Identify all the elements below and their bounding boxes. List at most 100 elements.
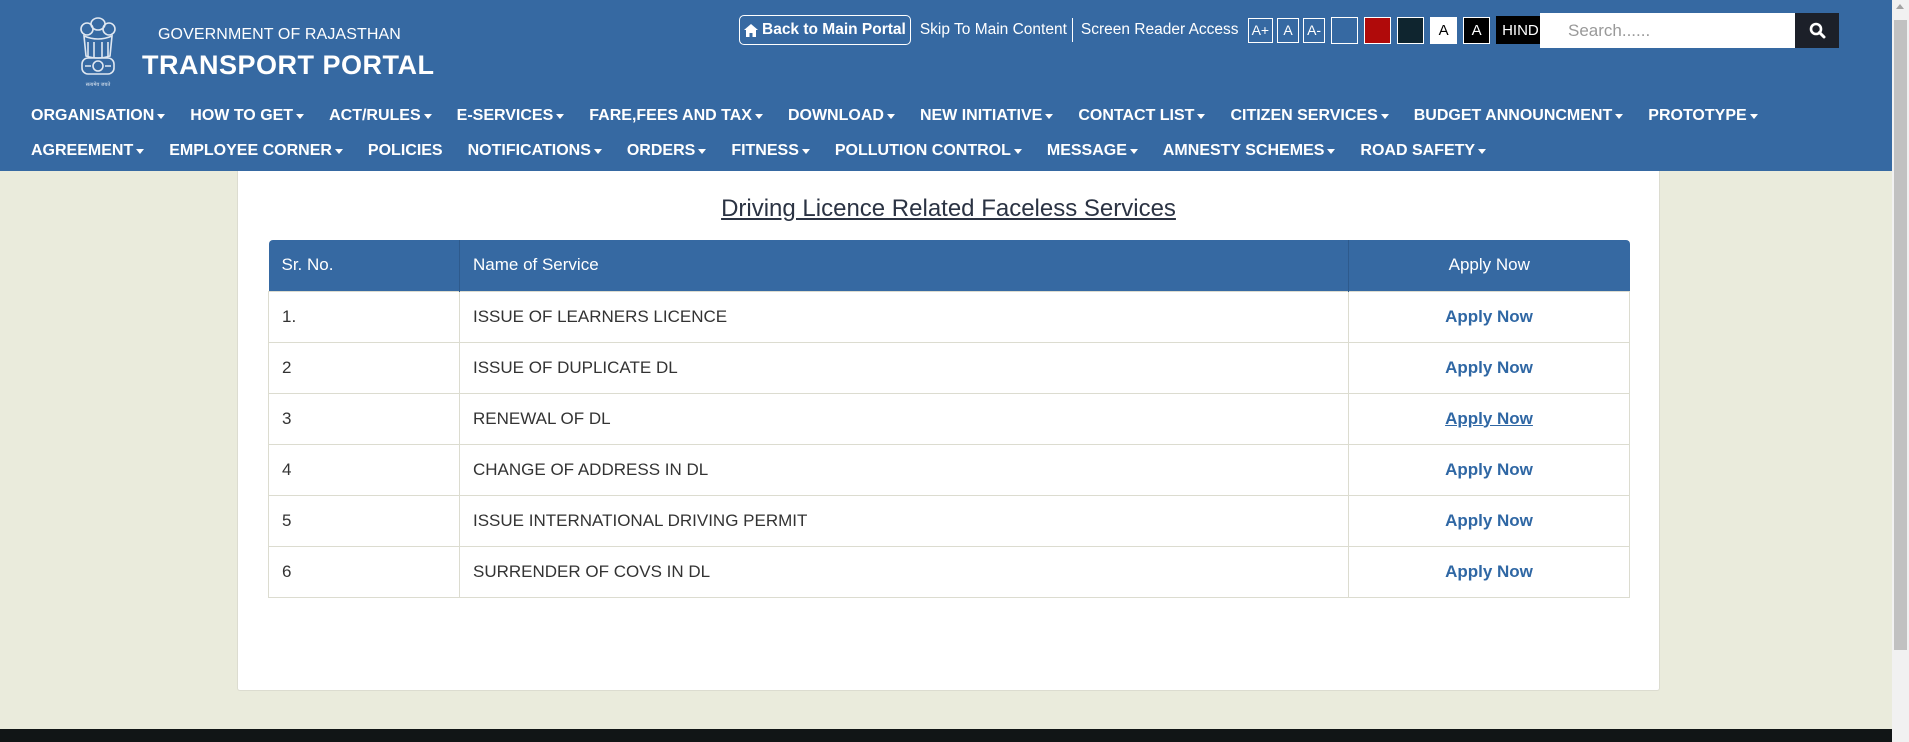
search-box — [1540, 13, 1839, 48]
nav-item-agreement[interactable]: AGREEMENT — [31, 142, 145, 160]
nav-item-act-rules[interactable]: ACT/RULES — [329, 107, 432, 125]
caret-down-icon — [1749, 113, 1758, 119]
table-row: 1. ISSUE OF LEARNERS LICENCE Apply Now — [268, 290, 1630, 343]
nav-item-label: DOWNLOAD — [787, 107, 884, 124]
sr-no-cell: 3 — [268, 392, 460, 445]
caret-down-icon — [556, 113, 565, 119]
nav-item-new-initiative[interactable]: NEW INITIATIVE — [920, 107, 1054, 125]
sr-no-cell: 2 — [268, 341, 460, 394]
nav-item-policies[interactable]: POLICIES — [368, 142, 443, 160]
apply-now-link[interactable]: Apply Now — [1445, 511, 1533, 530]
normal-contrast-button[interactable]: A — [1430, 16, 1458, 44]
government-label: GOVERNMENT OF RAJASTHAN — [158, 26, 401, 43]
service-name-cell: RENEWAL OF DL — [459, 392, 1349, 445]
font-decrease-button[interactable]: A- — [1303, 17, 1326, 43]
svg-text:सत्यमेव जयते: सत्यमेव जयते — [86, 81, 111, 88]
caret-down-icon — [423, 113, 432, 119]
search-input[interactable] — [1540, 13, 1795, 48]
apply-cell: Apply Now — [1348, 443, 1630, 496]
nav-item-label: AMNESTY SCHEMES — [1162, 142, 1325, 159]
skip-to-main-content-link[interactable]: Skip To Main Content — [915, 21, 1072, 39]
nav-item-label: E-SERVICES — [456, 107, 554, 124]
nav-item-pollution-control[interactable]: POLLUTION CONTROL — [835, 142, 1022, 160]
apply-cell: Apply Now — [1348, 392, 1630, 445]
caret-down-icon — [1013, 148, 1022, 154]
page-title: Driving Licence Related Faceless Service… — [721, 195, 1176, 222]
apply-now-link[interactable]: Apply Now — [1445, 307, 1533, 326]
table-row: 3 RENEWAL OF DL Apply Now — [268, 392, 1630, 445]
nav-item-message[interactable]: MESSAGE — [1047, 142, 1138, 160]
main-nav-row-2: AGREEMENT EMPLOYEE CORNER POLICIES NOTIFICA… — [31, 142, 1511, 160]
apply-cell: Apply Now — [1348, 290, 1630, 343]
nav-item-fare-fees-and-tax[interactable]: FARE,FEES AND TAX — [589, 107, 763, 125]
caret-down-icon — [1045, 113, 1054, 119]
nav-item-label: ORGANISATION — [31, 107, 155, 124]
theme-red-swatch[interactable] — [1364, 16, 1392, 44]
caret-down-icon — [593, 148, 602, 154]
nav-item-amnesty-schemes[interactable]: AMNESTY SCHEMES — [1163, 142, 1336, 160]
nav-item-notifications[interactable]: NOTIFICATIONS — [468, 142, 602, 160]
nav-item-organisation[interactable]: ORGANISATION — [31, 107, 166, 125]
font-increase-button[interactable]: A+ — [1247, 17, 1274, 43]
footer — [0, 729, 1892, 742]
accessibility-bar: Back to Main Portal Skip To Main Content… — [739, 14, 1549, 46]
header-apply-now: Apply Now — [1348, 240, 1630, 291]
caret-down-icon — [296, 113, 305, 119]
header-sr-no: Sr. No. — [268, 240, 460, 291]
nav-item-label: MESSAGE — [1046, 142, 1127, 159]
nav-item-road-safety[interactable]: ROAD SAFETY — [1360, 142, 1487, 160]
header-service-name: Name of Service — [459, 240, 1349, 291]
caret-down-icon — [801, 148, 810, 154]
nav-item-how-to-get[interactable]: HOW TO GET — [190, 107, 305, 125]
theme-dark-swatch[interactable] — [1397, 16, 1425, 44]
nav-item-prototype[interactable]: PROTOTYPE — [1648, 107, 1758, 125]
font-reset-button[interactable]: A — [1277, 17, 1300, 43]
nav-item-label: ACT/RULES — [329, 107, 421, 124]
nav-item-label: NOTIFICATIONS — [467, 142, 591, 159]
nav-item-label: EMPLOYEE CORNER — [169, 142, 332, 159]
nav-item-citizen-services[interactable]: CITIZEN SERVICES — [1230, 107, 1389, 125]
sr-no-cell: 4 — [268, 443, 460, 496]
search-icon — [1809, 22, 1825, 39]
portal-title[interactable]: TRANSPORT PORTAL — [142, 50, 435, 81]
nav-item-label: CONTACT LIST — [1078, 107, 1195, 124]
page-scrollbar[interactable] — [1892, 0, 1909, 742]
nav-item-label: ROAD SAFETY — [1360, 142, 1476, 159]
caret-down-icon — [886, 113, 895, 119]
nav-item-orders[interactable]: ORDERS — [627, 142, 707, 160]
nav-item-contact-list[interactable]: CONTACT LIST — [1078, 107, 1206, 125]
sr-no-cell: 6 — [268, 545, 460, 598]
screen-reader-access-link[interactable]: Screen Reader Access — [1076, 21, 1244, 39]
nav-item-employee-corner[interactable]: EMPLOYEE CORNER — [169, 142, 343, 160]
caret-down-icon — [1129, 148, 1138, 154]
apply-now-link[interactable]: Apply Now — [1445, 460, 1533, 479]
search-button[interactable] — [1795, 13, 1839, 48]
high-contrast-button[interactable]: A — [1463, 16, 1491, 44]
apply-now-link[interactable]: Apply Now — [1445, 358, 1533, 377]
caret-down-icon — [754, 113, 763, 119]
nav-item-e-services[interactable]: E-SERVICES — [457, 107, 565, 125]
nav-item-label: AGREEMENT — [31, 142, 134, 159]
service-name-cell: ISSUE OF LEARNERS LICENCE — [459, 290, 1349, 343]
caret-down-icon — [157, 113, 166, 119]
nav-item-label: BUDGET ANNOUNCMENT — [1413, 107, 1613, 124]
apply-cell: Apply Now — [1348, 494, 1630, 547]
back-to-main-portal-button[interactable]: Back to Main Portal — [739, 15, 911, 45]
nav-item-fitness[interactable]: FITNESS — [731, 142, 810, 160]
service-name-cell: ISSUE INTERNATIONAL DRIVING PERMIT — [459, 494, 1349, 547]
theme-blue-swatch[interactable] — [1331, 16, 1359, 44]
apply-now-link[interactable]: Apply Now — [1445, 409, 1533, 428]
scrollbar-thumb[interactable] — [1894, 20, 1907, 650]
scroll-up-arrow-icon[interactable] — [1896, 4, 1904, 9]
table-row: 2 ISSUE OF DUPLICATE DL Apply Now — [268, 341, 1630, 394]
nav-item-budget-announcment[interactable]: BUDGET ANNOUNCMENT — [1414, 107, 1624, 125]
table-row: 6 SURRENDER OF COVS IN DL Apply Now — [268, 545, 1630, 598]
apply-now-link[interactable]: Apply Now — [1445, 562, 1533, 581]
sr-no-cell: 5 — [268, 494, 460, 547]
nav-item-download[interactable]: DOWNLOAD — [788, 107, 895, 125]
service-name-cell: CHANGE OF ADDRESS IN DL — [459, 443, 1349, 496]
nav-item-label: FITNESS — [731, 142, 799, 159]
nav-item-label: HOW TO GET — [190, 107, 294, 124]
caret-down-icon — [1478, 148, 1487, 154]
apply-cell: Apply Now — [1348, 341, 1630, 394]
